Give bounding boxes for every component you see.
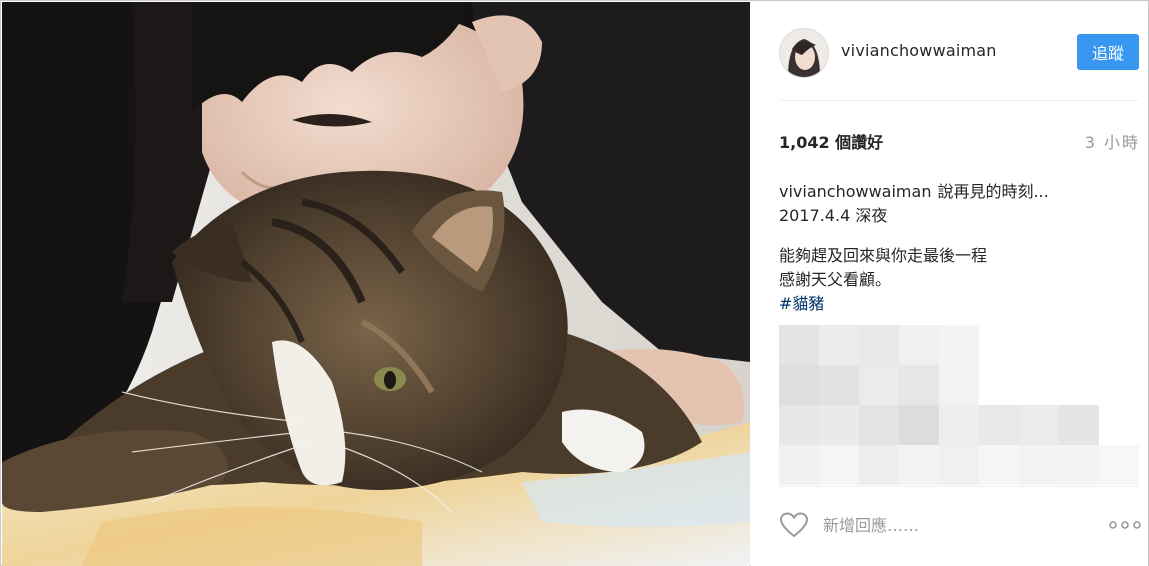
more-options-icon[interactable] bbox=[1109, 517, 1141, 533]
header-divider bbox=[779, 100, 1139, 101]
caption-line-1: 說再見的時刻... bbox=[937, 182, 1049, 201]
hashtag-link[interactable]: #貓豬 bbox=[779, 292, 1129, 316]
avatar-image bbox=[780, 29, 828, 77]
caption-line-4: 感謝天父看顧。 bbox=[779, 270, 892, 289]
caption-username-link[interactable]: vivianchowwaiman bbox=[779, 182, 931, 201]
photo-woman-with-cat bbox=[2, 2, 750, 566]
follow-button[interactable]: 追蹤 bbox=[1077, 34, 1139, 70]
post-time[interactable]: 3 小時 bbox=[1085, 129, 1140, 153]
post-header: vivianchowwaiman 追蹤 bbox=[779, 26, 1141, 78]
post-photo[interactable] bbox=[2, 2, 750, 566]
post-details-panel: vivianchowwaiman 追蹤 1,042 個讚好 3 小時 vivia… bbox=[751, 2, 1148, 566]
caption-line-3: 能夠趕及回來與你走最後一程 bbox=[779, 246, 988, 265]
username-link[interactable]: vivianchowwaiman bbox=[841, 41, 997, 60]
likes-count[interactable]: 1,042 個讚好 bbox=[779, 129, 883, 153]
post-caption: vivianchowwaiman 說再見的時刻... 2017.4.4 深夜 能夠… bbox=[779, 180, 1129, 316]
blurred-comments bbox=[779, 325, 1141, 485]
footer-divider bbox=[779, 486, 1139, 487]
post-footer bbox=[779, 507, 1141, 543]
caption-line-2: 2017.4.4 深夜 bbox=[779, 206, 888, 225]
caption-first-line: vivianchowwaiman 說再見的時刻... bbox=[779, 180, 1129, 204]
heart-icon[interactable] bbox=[779, 511, 809, 539]
comment-input[interactable] bbox=[823, 513, 1093, 537]
avatar[interactable] bbox=[779, 28, 829, 78]
instagram-post: vivianchowwaiman 追蹤 1,042 個讚好 3 小時 vivia… bbox=[0, 0, 1149, 566]
pixelated-comments-image bbox=[779, 325, 1139, 485]
